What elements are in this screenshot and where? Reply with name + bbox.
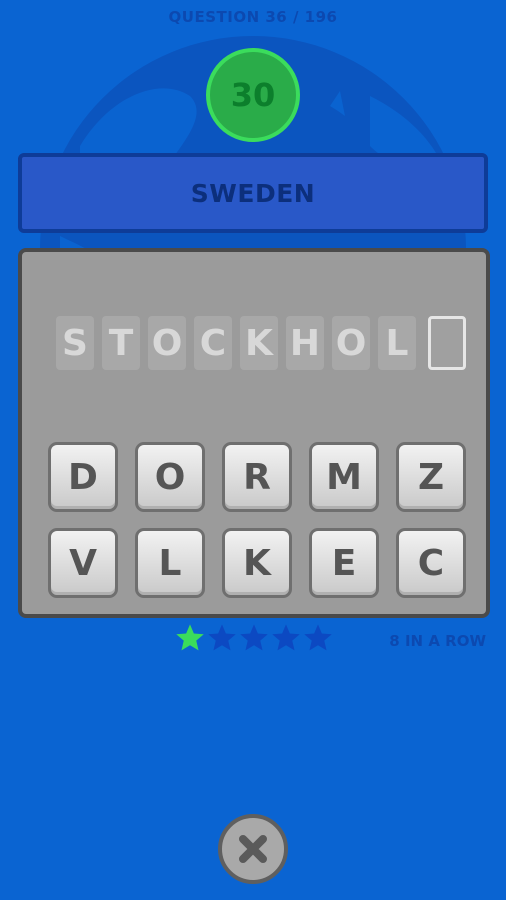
letter-keyboard: D O R M Z V L K E C (48, 442, 466, 598)
answer-slot: H (286, 316, 324, 370)
letter-key[interactable]: Z (396, 442, 466, 512)
question-progress: QUESTION 36 / 196 (168, 8, 338, 26)
country-name: SWEDEN (190, 178, 316, 208)
letter-key[interactable]: C (396, 528, 466, 598)
answer-slot: O (332, 316, 370, 370)
country-prompt: SWEDEN (18, 153, 488, 233)
star-empty-icon (208, 624, 236, 651)
answer-slot: S (56, 316, 94, 370)
streak-label: 8 IN A ROW (389, 632, 486, 650)
answer-slot: O (148, 316, 186, 370)
letter-key[interactable]: O (135, 442, 205, 512)
answer-board: S T O C K H O L D O R M Z V L K E C (18, 248, 490, 618)
close-button[interactable] (218, 814, 288, 884)
letter-key[interactable]: L (135, 528, 205, 598)
answer-slot: L (378, 316, 416, 370)
timer-value: 30 (230, 76, 276, 114)
letter-key[interactable]: E (309, 528, 379, 598)
star-empty-icon (272, 624, 300, 651)
answer-letters: S T O C K H O L (56, 316, 466, 370)
countdown-timer: 30 (206, 48, 300, 142)
letter-key[interactable]: R (222, 442, 292, 512)
star-empty-icon (240, 624, 268, 651)
close-icon (239, 835, 267, 863)
answer-slot-empty[interactable] (428, 316, 466, 370)
answer-slot: K (240, 316, 278, 370)
letter-key[interactable]: V (48, 528, 118, 598)
letter-key[interactable]: D (48, 442, 118, 512)
answer-slot: T (102, 316, 140, 370)
letter-key[interactable]: M (309, 442, 379, 512)
answer-slot: C (194, 316, 232, 370)
letter-key[interactable]: K (222, 528, 292, 598)
star-filled-icon (176, 624, 204, 651)
rating-stars (174, 622, 334, 654)
star-empty-icon (304, 624, 332, 651)
